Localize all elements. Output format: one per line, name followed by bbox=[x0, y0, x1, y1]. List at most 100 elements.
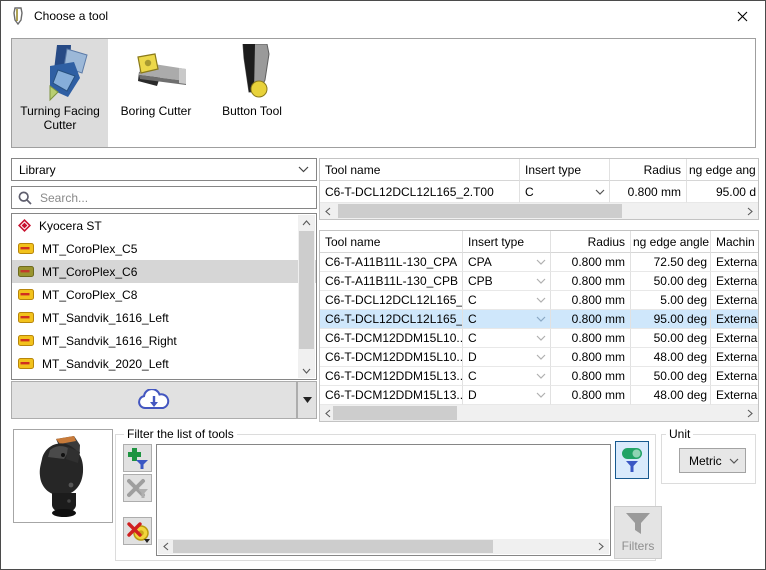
library-item-selected[interactable]: MT_CoroPlex_C6 bbox=[12, 260, 316, 283]
header-radius[interactable]: Radius bbox=[610, 159, 687, 181]
scroll-left-icon[interactable] bbox=[158, 539, 174, 554]
scroll-right-icon[interactable] bbox=[742, 405, 758, 421]
cell-edge-angle: 95.00 d bbox=[687, 181, 758, 203]
cell-insert-type-dropdown[interactable]: C bbox=[520, 181, 610, 203]
cell-edge-angle: 95.00 deg bbox=[631, 310, 711, 329]
toggle-filter-icon bbox=[621, 447, 643, 473]
download-options-button[interactable] bbox=[297, 381, 317, 419]
search-input[interactable] bbox=[38, 190, 310, 206]
cell-insert-type-dropdown[interactable]: CPB bbox=[463, 272, 551, 291]
cell-tool-name: C6-T-DCM12DDM15L13... bbox=[320, 386, 463, 405]
library-item[interactable]: MT_Sandvik_2020_Left bbox=[12, 352, 316, 375]
tool-type-button-tool[interactable]: Button Tool bbox=[204, 39, 300, 147]
scrollbar-thumb[interactable] bbox=[338, 204, 622, 218]
library-selector-value: Library bbox=[19, 163, 56, 177]
remove-filter-icon bbox=[127, 478, 148, 499]
scroll-left-icon[interactable] bbox=[320, 203, 336, 219]
clear-filter-button[interactable] bbox=[123, 517, 152, 545]
filter-list-hscrollbar[interactable] bbox=[158, 539, 609, 554]
cell-insert-type-dropdown[interactable]: C bbox=[463, 291, 551, 310]
selected-tool-table-hscrollbar[interactable] bbox=[320, 203, 758, 219]
library-item-label: MT_Sandvik_2020_Left bbox=[42, 357, 169, 371]
cell-insert-type-dropdown[interactable]: C bbox=[463, 367, 551, 386]
tools-table-hscrollbar[interactable] bbox=[320, 405, 758, 421]
selected-tool-table: Tool name Insert type Radius ng edge ang… bbox=[319, 158, 759, 220]
tool-type-turning-facing-cutter[interactable]: Turning Facing Cutter bbox=[12, 39, 108, 147]
header-insert-type[interactable]: Insert type bbox=[520, 159, 610, 181]
cell-insert-type-dropdown[interactable]: C bbox=[463, 310, 551, 329]
library-item[interactable]: MT_CoroPlex_C5 bbox=[12, 237, 316, 260]
dropdown-arrow-icon bbox=[303, 397, 312, 403]
library-selector[interactable]: Library bbox=[11, 158, 317, 181]
cell-insert-type-dropdown[interactable]: D bbox=[463, 386, 551, 405]
tool-row[interactable]: C6-T-A11B11L-130_CPA CPA 0.800 mm 72.50 … bbox=[320, 253, 758, 272]
header-leading-edge-angle[interactable]: ng edge ang bbox=[687, 159, 758, 181]
unit-value: Metric bbox=[689, 454, 722, 468]
chevron-down-icon bbox=[536, 316, 546, 322]
tool-type-label: Boring Cutter bbox=[109, 104, 203, 118]
selected-tool-table-header: Tool name Insert type Radius ng edge ang bbox=[320, 159, 758, 181]
close-icon bbox=[737, 11, 748, 22]
library-item[interactable]: MT_CoroPlex_C8 bbox=[12, 283, 316, 306]
library-list-scrollbar[interactable] bbox=[298, 215, 315, 378]
library-item[interactable]: MT_Sandvik_2020_Right bbox=[12, 375, 316, 380]
library-item[interactable]: MT_Sandvik_1616_Right bbox=[12, 329, 316, 352]
header-tool-name[interactable]: Tool name bbox=[320, 159, 520, 181]
tool-row[interactable]: C6-T-DCM12DDM15L13... C 0.800 mm 50.00 d… bbox=[320, 367, 758, 386]
tool-row[interactable]: C6-T-DCM12DDM15L13... D 0.800 mm 48.00 d… bbox=[320, 386, 758, 405]
scroll-right-icon[interactable] bbox=[593, 539, 609, 554]
cell-machining: Externa bbox=[711, 348, 758, 367]
library-item-label: Kyocera ST bbox=[39, 219, 102, 233]
cell-radius: 0.800 mm bbox=[551, 272, 631, 291]
chevron-down-icon bbox=[536, 278, 546, 284]
library-item[interactable]: MT_Sandvik_1616_Left bbox=[12, 306, 316, 329]
cell-tool-name: C6-T-A11B11L-130_CPA bbox=[320, 253, 463, 272]
header-radius[interactable]: Radius bbox=[551, 231, 631, 253]
unit-selector[interactable]: Metric bbox=[679, 448, 746, 473]
tool-row[interactable]: C6-T-DCM12DDM15L10... C 0.800 mm 50.00 d… bbox=[320, 329, 758, 348]
cell-tool-name: C6-T-DCM12DDM15L10... bbox=[320, 348, 463, 367]
cell-insert-type-dropdown[interactable]: C bbox=[463, 329, 551, 348]
scrollbar-thumb[interactable] bbox=[333, 406, 457, 420]
close-button[interactable] bbox=[720, 1, 765, 31]
header-leading-edge-angle[interactable]: ng edge angle bbox=[631, 231, 711, 253]
scroll-down-icon[interactable] bbox=[298, 363, 315, 378]
scrollbar-thumb[interactable] bbox=[299, 231, 314, 349]
tool-row-selected[interactable]: C6-T-DCL12DCL12L165_2 C 0.800 mm 95.00 d… bbox=[320, 310, 758, 329]
toggle-filter-button[interactable] bbox=[615, 441, 649, 479]
header-tool-name[interactable]: Tool name bbox=[320, 231, 463, 253]
library-item[interactable]: Kyocera ST bbox=[12, 214, 316, 237]
filters-button[interactable]: Filters bbox=[614, 506, 662, 559]
filter-list-box[interactable] bbox=[156, 444, 611, 556]
cell-insert-type-dropdown[interactable]: CPA bbox=[463, 253, 551, 272]
selected-tool-row[interactable]: C6-T-DCL12DCL12L165_2.T00 C 0.800 mm 95.… bbox=[320, 181, 758, 203]
download-library-button[interactable] bbox=[11, 381, 297, 419]
tool-row[interactable]: C6-T-DCL12DCL12L165_1 C 0.800 mm 5.00 de… bbox=[320, 291, 758, 310]
cell-edge-angle: 50.00 deg bbox=[631, 329, 711, 348]
insert-type-value: CPB bbox=[468, 274, 493, 288]
button-tool-icon bbox=[221, 44, 283, 102]
tool-row[interactable]: C6-T-DCM12DDM15L10... D 0.800 mm 48.00 d… bbox=[320, 348, 758, 367]
scroll-right-icon[interactable] bbox=[742, 203, 758, 219]
header-insert-type[interactable]: Insert type bbox=[463, 231, 551, 253]
remove-filter-button[interactable] bbox=[123, 474, 152, 502]
insert-type-value: C bbox=[468, 369, 477, 383]
library-item-label: MT_Sandvik_1616_Right bbox=[42, 334, 177, 348]
add-filter-button[interactable] bbox=[123, 444, 152, 472]
cell-tool-name: C6-T-DCL12DCL12L165_1 bbox=[320, 291, 463, 310]
cell-machining: Externa bbox=[711, 291, 758, 310]
search-box bbox=[11, 186, 317, 209]
library-badge-icon bbox=[18, 312, 34, 323]
tool-preview-image bbox=[13, 429, 113, 523]
scrollbar-thumb[interactable] bbox=[173, 540, 493, 553]
tool-row[interactable]: C6-T-A11B11L-130_CPB CPB 0.800 mm 50.00 … bbox=[320, 272, 758, 291]
scroll-up-icon[interactable] bbox=[298, 215, 315, 230]
cell-radius: 0.800 mm bbox=[551, 329, 631, 348]
insert-type-value: D bbox=[468, 388, 477, 402]
chevron-down-icon bbox=[536, 297, 546, 303]
cell-insert-type-dropdown[interactable]: D bbox=[463, 348, 551, 367]
cell-edge-angle: 50.00 deg bbox=[631, 272, 711, 291]
download-split-button bbox=[11, 381, 317, 419]
header-machining[interactable]: Machin bbox=[711, 231, 758, 253]
tool-type-boring-cutter[interactable]: Boring Cutter bbox=[108, 39, 204, 147]
